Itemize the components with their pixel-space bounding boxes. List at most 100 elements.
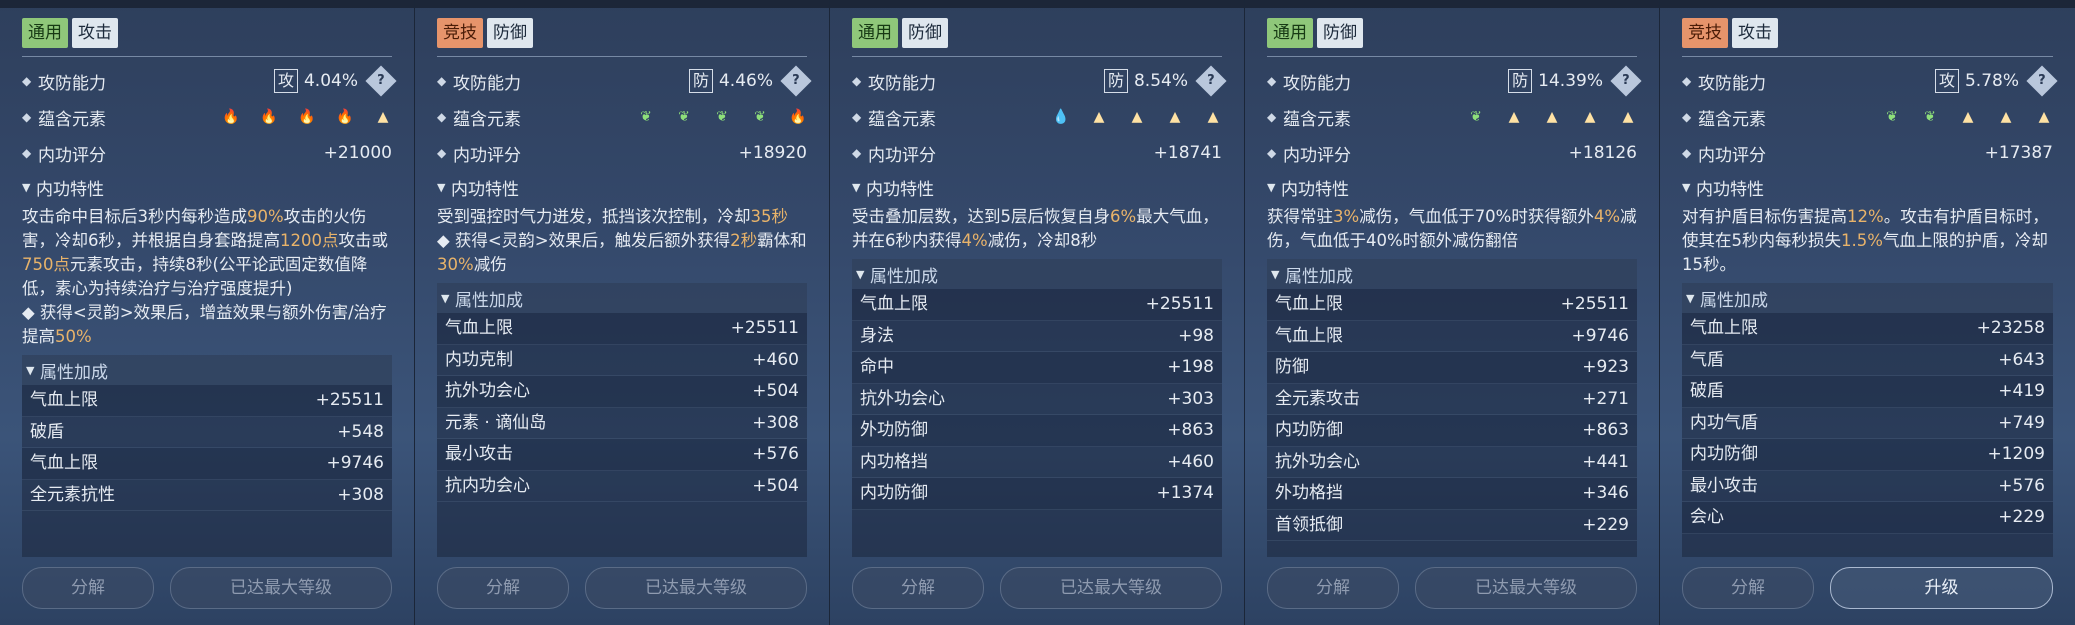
elements-row: ◆ 蕴含元素 🔥 🔥 🔥 🔥 ▲	[22, 99, 392, 135]
attribute-row: 气血上限 +25511	[22, 385, 392, 417]
highlight-value: 3%	[1333, 207, 1360, 226]
trait-heading[interactable]: ▼ 内功特性	[1267, 171, 1637, 203]
diamond-bullet-icon: ◆	[852, 74, 862, 88]
attribute-value: +1209	[1987, 444, 2045, 464]
dismantle-button[interactable]: 分解	[22, 567, 154, 609]
help-icon[interactable]: ?	[2026, 65, 2058, 97]
attribute-list[interactable]: ▼ 属性加成 气血上限 +23258 气盾 +643 破盾 +419 内功气盾 +749 内功防御 +…	[1682, 283, 2053, 557]
attribute-value: +419	[1998, 381, 2045, 401]
attribute-row: 身法 +98	[852, 321, 1222, 352]
attribute-heading[interactable]: ▼ 属性加成	[437, 283, 807, 313]
diamond-bullet-icon: ◆	[1682, 74, 1692, 88]
dismantle-button[interactable]: 分解	[1267, 567, 1399, 609]
ability-type-badge: 防	[1103, 69, 1128, 93]
attribute-row: 元素 · 谪仙岛 +308	[437, 408, 807, 439]
ability-value-group: 防 14.39%?	[1508, 65, 1642, 97]
score-value: +18920	[738, 143, 807, 163]
help-icon[interactable]: ?	[1195, 65, 1227, 97]
attribute-title: 属性加成	[1285, 266, 1353, 287]
wood-element-icon: ❦	[640, 109, 652, 125]
trait-heading[interactable]: ▼ 内功特性	[852, 171, 1222, 203]
diamond-bullet-icon: ◆	[852, 146, 862, 160]
trait-heading[interactable]: ▼ 内功特性	[22, 171, 392, 203]
max-level-button[interactable]: 已达最大等级	[170, 567, 392, 609]
attribute-value: +308	[752, 412, 799, 433]
category-tag: 防御	[1317, 18, 1363, 48]
attribute-heading[interactable]: ▼ 属性加成	[1267, 259, 1637, 289]
attribute-value: +308	[337, 484, 384, 505]
attribute-value: +198	[1167, 357, 1214, 377]
ability-value-group: 攻 5.78%?	[1934, 65, 2058, 97]
attribute-title: 属性加成	[870, 266, 938, 287]
elements-label: 蕴含元素	[1283, 109, 1351, 130]
trait-title: 内功特性	[451, 179, 519, 200]
attribute-value: +229	[1582, 514, 1629, 535]
attribute-name: 气盾	[1690, 349, 1724, 370]
top-bar	[415, 0, 829, 8]
earth-element-icon: ▲	[1546, 109, 1558, 125]
attribute-rows: 气血上限 +25511 身法 +98 命中 +198 抗外功会心 +303 外功防御 +863 内功…	[852, 289, 1222, 557]
attribute-name: 气血上限	[30, 390, 98, 410]
tag-row: 通用 防御	[852, 18, 1222, 48]
attribute-list[interactable]: ▼ 属性加成 气血上限 +25511 内功克制 +460 抗外功会心 +504 元素 · 谪仙岛…	[437, 283, 807, 557]
attribute-row: 内功防御 +863	[1267, 415, 1637, 447]
attribute-row: 气血上限 +25511	[852, 289, 1222, 321]
trait-title: 内功特性	[1696, 179, 1764, 200]
highlight-value: 6%	[1110, 207, 1137, 226]
description-paragraph: 受到强控时气力迸发，抵挡该次控制，冷却35秒	[437, 205, 807, 229]
attribute-heading[interactable]: ▼ 属性加成	[1682, 283, 2053, 313]
attribute-title: 属性加成	[455, 290, 523, 311]
attribute-list[interactable]: ▼ 属性加成 气血上限 +25511 气血上限 +9746 防御 +923 全元素攻击 +271 内…	[1267, 259, 1637, 557]
trait-title: 内功特性	[36, 179, 104, 200]
help-icon[interactable]: ?	[780, 65, 812, 97]
max-level-button[interactable]: 已达最大等级	[1415, 567, 1637, 609]
category-tag: 竞技	[437, 18, 483, 48]
wood-element-icon: ❦	[678, 109, 690, 125]
attribute-list[interactable]: ▼ 属性加成 气血上限 +25511 身法 +98 命中 +198 抗外功会心 +303 外功防御 +…	[852, 259, 1222, 557]
ability-row: ◆ 攻防能力 攻 5.78%?	[1682, 63, 2058, 99]
score-label: 内功评分	[1698, 145, 1766, 166]
score-label: 内功评分	[1283, 145, 1351, 166]
description-text: 攻击命中目标后3秒内每秒造成	[22, 207, 247, 226]
attribute-name: 气血上限	[30, 453, 98, 473]
score-value: +18741	[1153, 143, 1222, 163]
score-row: ◆ 内功评分 +18126	[1267, 135, 1637, 171]
action-bar: 分解 已达最大等级	[22, 567, 392, 609]
dismantle-button[interactable]: 分解	[437, 567, 569, 609]
trait-heading[interactable]: ▼ 内功特性	[1682, 171, 2053, 203]
attribute-row: 气血上限 +9746	[1267, 321, 1637, 352]
attribute-row: 全元素攻击 +271	[1267, 384, 1637, 415]
attribute-list[interactable]: ▼ 属性加成 气血上限 +25511 破盾 +548 气血上限 +9746 全元素抗性 +308	[22, 355, 392, 557]
attribute-name: 内功克制	[445, 349, 513, 370]
equipment-panels: 通用 攻击 ◆ 攻防能力攻 4.04%? ◆ 蕴含元素 🔥 🔥 🔥 🔥 ▲ ◆ 内功评分 +21000 ▼ 内功…	[0, 0, 2075, 625]
description-text: 减伤，气血低于70%时获得额外	[1359, 207, 1594, 226]
ability-value: 8.54%	[1133, 71, 1188, 91]
equipment-card: 通用 防御 ◆ 攻防能力 防 8.54%? ◆ 蕴含元素 💧 ▲ ▲ ▲ ▲ ◆ 内功评分 +18741 ▼ 内功…	[830, 0, 1245, 625]
help-icon[interactable]: ?	[365, 65, 397, 97]
help-icon[interactable]: ?	[1610, 65, 1642, 97]
attribute-row: 气血上限 +23258	[1682, 313, 2053, 345]
trait-description: 攻击命中目标后3秒内每秒造成90%攻击的火伤害，冷却6秒，并根据自身套路提高12…	[22, 203, 392, 353]
attribute-row: 内功克制 +460	[437, 345, 807, 376]
upgrade-button[interactable]: 升级	[1830, 567, 2053, 609]
max-level-button[interactable]: 已达最大等级	[1000, 567, 1222, 609]
attribute-name: 抗外功会心	[1275, 451, 1360, 472]
triangle-down-icon: ▼	[1682, 180, 1691, 194]
divider	[437, 56, 807, 57]
dismantle-button[interactable]: 分解	[1682, 567, 1814, 609]
attribute-name: 首领抵御	[1275, 514, 1343, 535]
ability-value: 14.39%	[1538, 71, 1603, 91]
dismantle-button[interactable]: 分解	[852, 567, 984, 609]
ability-type-badge: 攻	[273, 69, 298, 93]
ability-value-group: 防 8.54%?	[1103, 65, 1227, 97]
attribute-row: 抗内功会心 +504	[437, 471, 807, 502]
attribute-row: 气血上限 +25511	[437, 313, 807, 345]
attribute-value: +25511	[1145, 294, 1214, 314]
attribute-heading[interactable]: ▼ 属性加成	[22, 355, 392, 385]
max-level-button[interactable]: 已达最大等级	[585, 567, 807, 609]
attribute-heading[interactable]: ▼ 属性加成	[852, 259, 1222, 289]
attribute-name: 气血上限	[1275, 294, 1343, 314]
trait-heading[interactable]: ▼ 内功特性	[437, 171, 807, 203]
attribute-value: +1374	[1156, 483, 1214, 503]
attribute-name: 内功格挡	[860, 451, 928, 472]
